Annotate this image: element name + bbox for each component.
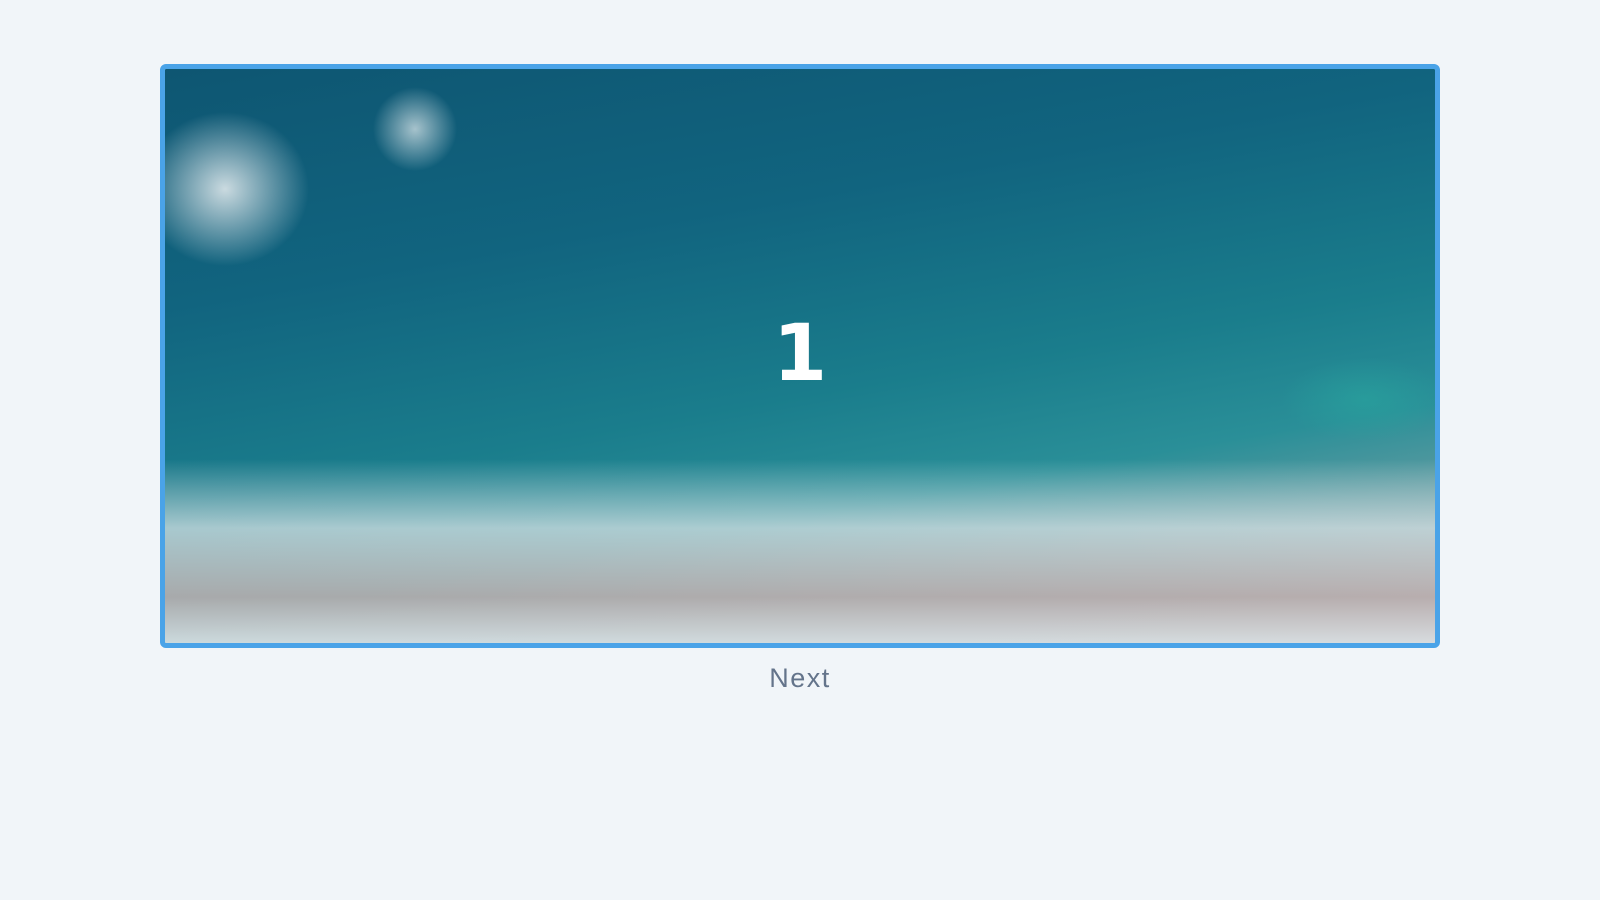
- slide-number: 1: [772, 309, 828, 399]
- next-button[interactable]: Next: [0, 662, 1600, 695]
- image-slider: 1: [160, 64, 1440, 648]
- slide-image-ocean: 1: [165, 69, 1435, 643]
